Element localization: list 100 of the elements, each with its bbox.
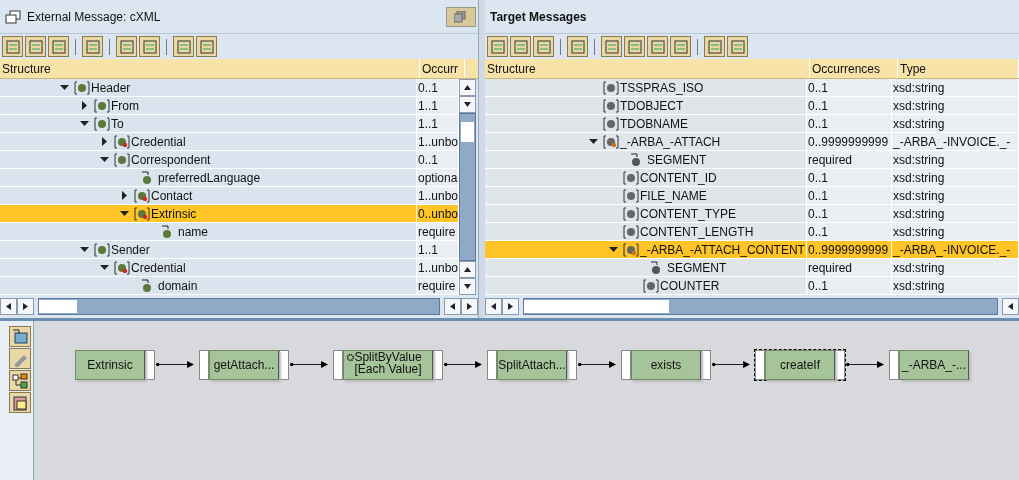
tree-row[interactable]: name require [0,223,459,241]
scrollbar-track[interactable] [38,298,440,315]
tree-row[interactable]: Contact 1..unbo [0,187,459,205]
scrollbar-track[interactable] [523,298,998,315]
tree-row[interactable]: COUNTER 0..1 xsd:string [485,277,1019,295]
block-label: SplitAttach... [498,359,566,371]
tree-row[interactable]: preferredLanguage optiona [0,169,459,187]
expander-icon[interactable] [120,191,129,200]
window-button[interactable] [9,326,31,347]
occurrence-text: 1..unbo [418,260,458,275]
expander-icon[interactable] [609,245,618,254]
element-icon [134,206,150,221]
expander-icon[interactable] [100,137,109,146]
clipboard-button[interactable] [9,392,31,413]
column-header[interactable]: Type [898,59,1019,78]
eraser-button[interactable] [9,348,31,369]
tree-row[interactable]: TDOBNAME 0..1 xsd:string [485,115,1019,133]
expander-icon[interactable] [100,263,109,272]
expander-icon[interactable] [100,155,109,164]
scroll-left-button[interactable] [485,298,502,315]
scroll-right-button[interactable] [461,298,478,315]
expander-icon[interactable] [120,209,129,218]
expander-icon[interactable] [80,245,89,254]
expander-icon[interactable] [60,83,69,92]
element-icon [114,134,130,149]
window-menu-button[interactable] [446,6,476,27]
tree-row[interactable]: Correspondent 0..1 [0,151,459,169]
column-header[interactable]: Structure [0,59,420,78]
occurrence-text: require [418,278,456,293]
scroll-down-button[interactable] [459,96,476,113]
tree-row[interactable]: Header 0..1 [0,79,459,97]
type-text: xsd:string [893,152,945,167]
column-header[interactable]: Occurr [420,59,465,78]
column-header[interactable]: Occurrences [810,59,898,78]
occurrence-text: required [808,152,853,167]
attribute-icon [140,278,154,293]
column-header[interactable]: Structure [485,59,810,78]
clipboard-icon [12,394,28,411]
node-name: Extrinsic [151,206,197,221]
occurrence-text: 1..unbo [418,188,458,203]
scroll-thumb[interactable] [461,122,474,142]
element-icon [94,98,110,113]
scroll-left-button[interactable] [0,298,17,315]
occurrence-text: 0..1 [808,80,828,95]
tree-row[interactable]: CONTENT_LENGTH 0..1 xsd:string [485,223,1019,241]
scroll-thumb[interactable] [39,300,77,313]
scroll-up-button[interactable] [459,261,476,278]
tree-row[interactable]: _-ARBA_-ATTACH_CONTENT 0..9999999999 _-ARBA_-INVOICE._- [485,241,1019,259]
node-name: SEGMENT [647,152,707,167]
expander-icon[interactable] [589,137,598,146]
occurrence-text: 0..1 [418,80,438,95]
node-name: CONTENT_TYPE [640,206,736,221]
scroll-left-button[interactable] [444,298,461,315]
tree-row[interactable]: TDOBJECT 0..1 xsd:string [485,97,1019,115]
tree-row[interactable]: CONTENT_TYPE 0..1 xsd:string [485,205,1019,223]
scroll-down-button[interactable] [459,278,476,295]
tree-row[interactable]: FILE_NAME 0..1 xsd:string [485,187,1019,205]
node-name: TDOBJECT [620,98,684,113]
tree-row[interactable]: Sender 1..1 [0,241,459,259]
occurrence-text: 0..1 [808,278,828,293]
occurrence-text: 0..1 [808,188,828,203]
up-arrow-icon [464,267,471,272]
occurrence-text: require [418,224,456,239]
tree-row[interactable]: SEGMENT required xsd:string [485,151,1019,169]
tree-row[interactable]: Extrinsic 0..unbo [0,205,459,223]
expander-icon[interactable] [80,101,89,110]
element-icon [94,116,110,131]
node-name: TSSPRAS_ISO [620,80,704,95]
type-text: xsd:string [893,98,945,113]
tree-row[interactable]: Credential 1..unbo [0,133,459,151]
attribute-icon [649,260,663,275]
scroll-right-button[interactable] [502,298,519,315]
tree-row[interactable]: domain require [0,277,459,295]
tree-row[interactable]: TSSPRAS_ISO 0..1 xsd:string [485,79,1019,97]
tree-row[interactable]: CONTENT_ID 0..1 xsd:string [485,169,1019,187]
node-name: _-ARBA_-ATTACH [620,134,721,149]
function-block[interactable]: createIf [754,349,846,381]
scroll-thumb[interactable] [524,300,669,313]
element-icon [603,98,619,113]
windows-icon [454,10,468,23]
scroll-left-button[interactable] [1002,298,1019,315]
expander-icon[interactable] [80,119,89,128]
occurrence-text: 0..1 [808,224,828,239]
windows-icon [5,9,21,24]
hierarchy-button[interactable] [9,370,31,391]
tree-row[interactable]: _-ARBA_-ATTACH 0..9999999999 _-ARBA_-INVOICE._- [485,133,1019,151]
type-text: xsd:string [893,224,945,239]
element-icon [623,242,639,257]
connector-arrow [156,360,194,369]
tree-row[interactable]: From 1..1 [0,97,459,115]
tree-row[interactable]: Credential 1..unbo [0,259,459,277]
node-name: Credential [131,134,186,149]
type-text: xsd:string [893,188,945,203]
tree-row[interactable]: SEGMENT required xsd:string [485,259,1019,277]
scroll-right-button[interactable] [17,298,34,315]
block-label: createIf [780,359,820,371]
tree-row[interactable]: To 1..1 [0,115,459,133]
type-text: _-ARBA_-INVOICE._- [893,134,1011,149]
node-name: FILE_NAME [640,188,707,203]
scroll-up-button[interactable] [459,79,476,96]
